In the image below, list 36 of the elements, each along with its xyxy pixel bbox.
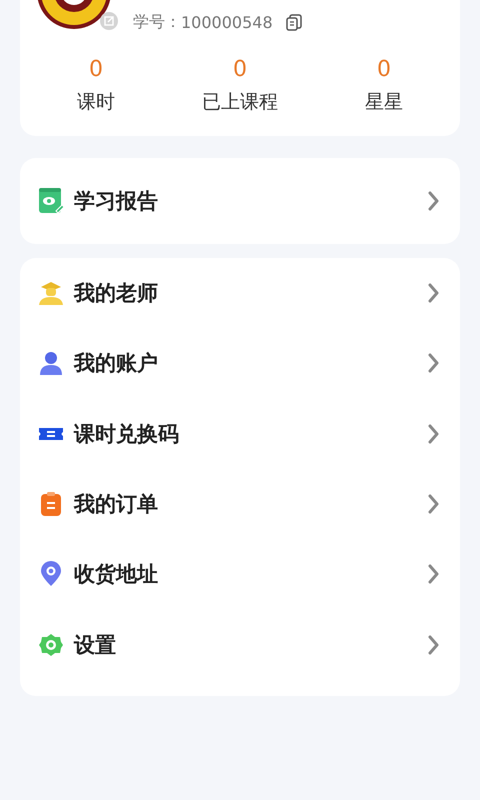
menu-label: 设置 (74, 632, 117, 659)
menu-label: 学习报告 (74, 188, 159, 215)
menu-item[interactable]: 我的账户 (20, 328, 460, 399)
menu-label: 收货地址 (74, 561, 159, 588)
stat-label: 已上课程 (202, 90, 278, 115)
person-icon (38, 350, 64, 376)
student-id-label: 学号： (133, 12, 181, 32)
stat-label: 课时 (77, 90, 115, 115)
clipboard-icon (38, 491, 64, 518)
chevron-icon (428, 353, 440, 374)
menu-item[interactable]: 课时兑换码 (20, 398, 460, 469)
chevron-icon (428, 283, 440, 304)
menu-label: 我的账户 (74, 350, 159, 378)
menu-label: 课时兑换码 (74, 420, 180, 448)
stat-value: 0 (89, 56, 103, 84)
settings-icon (38, 632, 64, 658)
menu-item[interactable]: 我的老师 (20, 258, 460, 328)
graduate-icon (38, 280, 64, 306)
chevron-icon (428, 191, 440, 211)
menu-label: 我的老师 (74, 280, 159, 308)
menu-label: 我的订单 (74, 491, 159, 518)
stat-label: 星星 (365, 90, 403, 115)
chevron-icon (428, 424, 440, 444)
edit-icon[interactable] (100, 12, 118, 30)
menu-item[interactable]: 设置 (20, 609, 460, 680)
menu-item[interactable]: 我的订单 (20, 468, 460, 540)
location-pin-icon (38, 561, 64, 588)
stat-value: 0 (233, 56, 247, 84)
menu-item[interactable]: 收货地址 (20, 539, 460, 610)
chevron-icon (428, 564, 440, 584)
chevron-icon (428, 634, 440, 655)
book-icon (38, 187, 64, 215)
student-id: 100000548 (181, 12, 273, 32)
copy-icon[interactable] (284, 13, 303, 31)
chevron-icon (428, 494, 440, 514)
stat-value: 0 (377, 56, 391, 84)
